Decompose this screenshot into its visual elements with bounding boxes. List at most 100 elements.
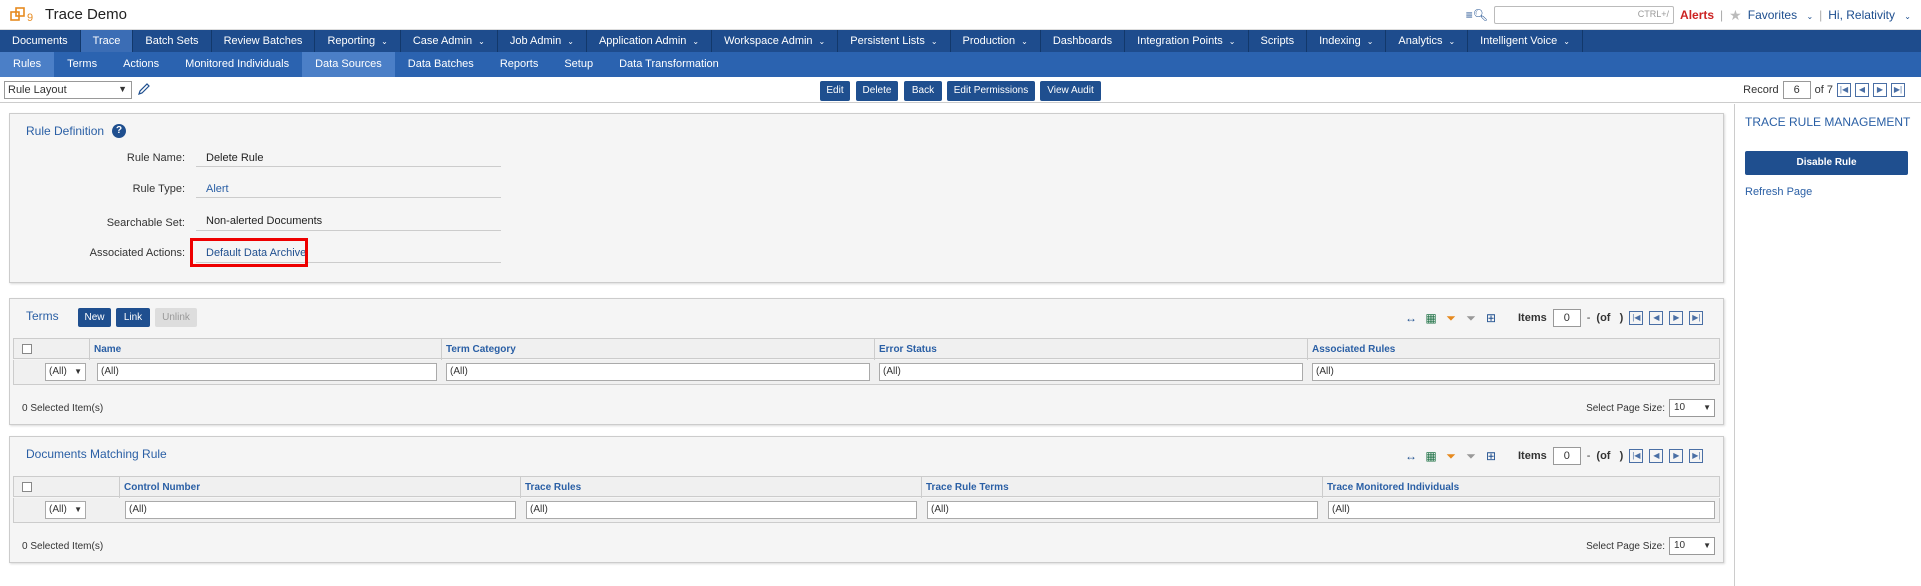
nav-tab-production[interactable]: Production ⌄: [951, 30, 1041, 52]
nav-tab-application-admin[interactable]: Application Admin ⌄: [587, 30, 713, 52]
chevron-down-icon: ⌄: [1228, 37, 1236, 46]
disable-rule-button[interactable]: Disable Rule: [1745, 151, 1908, 175]
subnav-tab-terms[interactable]: Terms: [54, 52, 110, 77]
first-page-icon[interactable]: |◀: [1629, 311, 1644, 325]
new-button[interactable]: New: [78, 308, 111, 327]
term-category-filter-input[interactable]: (All): [446, 363, 870, 381]
expand-width-icon[interactable]: ↔: [1404, 311, 1418, 325]
search-input[interactable]: CTRL+/: [1494, 6, 1675, 24]
unlink-button[interactable]: Unlink: [155, 308, 197, 327]
record-number-input[interactable]: 6: [1782, 81, 1811, 99]
excel-export-icon[interactable]: ▦: [1424, 449, 1438, 463]
nav-tab-batch-sets[interactable]: Batch Sets: [133, 30, 212, 52]
subnav-tab-reports[interactable]: Reports: [487, 52, 552, 77]
last-page-icon[interactable]: ▶|: [1689, 449, 1704, 463]
dropdown-arrow-icon: ▼: [74, 367, 82, 376]
nav-tab-indexing[interactable]: Indexing ⌄: [1307, 30, 1387, 52]
column-header[interactable]: Trace Rule Terms: [922, 477, 1323, 498]
previous-page-icon[interactable]: ◀: [1649, 311, 1664, 325]
refresh-page-link[interactable]: Refresh Page: [1745, 186, 1812, 198]
items-input[interactable]: 0: [1552, 447, 1581, 465]
page-size-select[interactable]: 10 ▼: [1669, 537, 1715, 555]
control-number-filter-input[interactable]: (All): [125, 501, 516, 519]
first-page-icon[interactable]: |◀: [1629, 449, 1644, 463]
column-header[interactable]: Trace Monitored Individuals: [1323, 477, 1721, 498]
last-page-icon[interactable]: ▶|: [1689, 311, 1704, 325]
subnav-tab-data-sources[interactable]: Data Sources: [302, 52, 395, 77]
link-button[interactable]: Link: [116, 308, 150, 327]
nav-tab-analytics[interactable]: Analytics ⌄: [1386, 30, 1469, 52]
column-header[interactable]: Term Category: [442, 339, 875, 360]
nav-tab-dashboards[interactable]: Dashboards: [1041, 30, 1126, 52]
items-input[interactable]: 0: [1552, 309, 1581, 327]
edit-button[interactable]: Edit: [820, 81, 850, 101]
next-page-icon[interactable]: ▶: [1669, 449, 1684, 463]
subnav-tab-data-batches[interactable]: Data Batches: [395, 52, 487, 77]
expand-width-icon[interactable]: ↔: [1404, 449, 1418, 463]
nav-tab-persistent-lists[interactable]: Persistent Lists ⌄: [838, 30, 951, 52]
divider: |: [1720, 8, 1724, 22]
trace-rule-management-sidebar: Trace Rule Management Disable Rule Refre…: [1734, 104, 1921, 586]
subnav-tab-monitored-individuals[interactable]: Monitored Individuals: [172, 52, 302, 77]
column-header[interactable]: Associated Rules: [1308, 339, 1721, 360]
excel-export-icon[interactable]: ▦: [1424, 311, 1438, 325]
next-page-icon[interactable]: ▶: [1873, 83, 1887, 97]
column-picker-icon[interactable]: ⊞: [1484, 311, 1498, 325]
clear-filter-icon[interactable]: ⏷: [1464, 311, 1478, 325]
nav-tab-review-batches[interactable]: Review Batches: [212, 30, 316, 52]
previous-page-icon[interactable]: ◀: [1855, 83, 1869, 97]
filter-select[interactable]: (All) ▼: [45, 501, 86, 519]
nav-tab-trace[interactable]: Trace: [80, 30, 134, 52]
next-page-icon[interactable]: ▶: [1669, 311, 1684, 325]
column-header[interactable]: Name: [90, 339, 442, 360]
filter-select[interactable]: (All) ▼: [45, 363, 86, 381]
nav-tab-case-admin[interactable]: Case Admin ⌄: [401, 30, 498, 52]
trace-rule-terms-filter-input[interactable]: (All): [927, 501, 1318, 519]
nav-tab-scripts[interactable]: Scripts: [1249, 30, 1308, 52]
layout-select[interactable]: Rule Layout ▼: [4, 81, 132, 99]
subnav-tab-actions[interactable]: Actions: [110, 52, 172, 77]
column-picker-icon[interactable]: ⊞: [1484, 449, 1498, 463]
nav-tab-workspace-admin[interactable]: Workspace Admin ⌄: [712, 30, 839, 52]
first-page-icon[interactable]: |◀: [1837, 83, 1851, 97]
favorites-menu[interactable]: Favorites ⌄: [1748, 8, 1813, 22]
nav-tab-reporting[interactable]: Reporting ⌄: [315, 30, 401, 52]
clear-filter-icon[interactable]: ⏷: [1464, 449, 1478, 463]
chevron-down-icon: ⌄: [478, 37, 485, 46]
trace-monitored-individuals-filter-input[interactable]: (All): [1328, 501, 1715, 519]
quick-nav-icon[interactable]: ≡🔍︎: [1466, 8, 1488, 22]
alerts-link[interactable]: Alerts: [1680, 8, 1714, 22]
error-status-filter-input[interactable]: (All): [879, 363, 1303, 381]
trace-rules-filter-input[interactable]: (All): [526, 501, 917, 519]
nav-tab-integration-points[interactable]: Integration Points ⌄: [1125, 30, 1249, 52]
page-size-select[interactable]: 10 ▼: [1669, 399, 1715, 417]
subnav-tab-setup[interactable]: Setup: [551, 52, 606, 77]
column-header[interactable]: Control Number: [120, 477, 521, 498]
view-audit-button[interactable]: View Audit: [1040, 81, 1101, 101]
back-button[interactable]: Back: [904, 81, 942, 101]
last-page-icon[interactable]: ▶|: [1891, 83, 1905, 97]
user-menu[interactable]: Hi, Relativity ⌄: [1828, 8, 1911, 22]
nav-tab-intelligent-voice[interactable]: Intelligent Voice ⌄: [1468, 30, 1583, 52]
edit-layout-icon[interactable]: [137, 82, 151, 96]
column-header[interactable]: Error Status: [875, 339, 1308, 360]
search-shortcut-hint: CTRL+/: [1637, 9, 1670, 19]
dropdown-arrow-icon: ▼: [118, 84, 127, 94]
documents-grid-header: Control Number Trace Rules Trace Rule Te…: [13, 476, 1721, 498]
associated-rules-filter-input[interactable]: (All): [1312, 363, 1715, 381]
subnav-tab-rules[interactable]: Rules: [0, 52, 55, 77]
delete-button[interactable]: Delete: [856, 81, 898, 101]
help-icon[interactable]: ?: [112, 124, 126, 138]
edit-permissions-button[interactable]: Edit Permissions: [947, 81, 1035, 101]
name-filter-input[interactable]: (All): [97, 363, 437, 381]
nav-tab-documents[interactable]: Documents: [0, 30, 81, 52]
filter-icon[interactable]: ⏷: [1444, 449, 1458, 463]
filter-icon[interactable]: ⏷: [1444, 311, 1458, 325]
dropdown-arrow-icon: ▼: [1703, 403, 1711, 412]
nav-tab-job-admin[interactable]: Job Admin ⌄: [498, 30, 587, 52]
divider: [196, 230, 501, 231]
subnav-tab-data-transformation[interactable]: Data Transformation: [606, 52, 732, 77]
column-header[interactable]: Trace Rules: [521, 477, 922, 498]
star-icon[interactable]: ★: [1729, 7, 1742, 24]
previous-page-icon[interactable]: ◀: [1649, 449, 1664, 463]
